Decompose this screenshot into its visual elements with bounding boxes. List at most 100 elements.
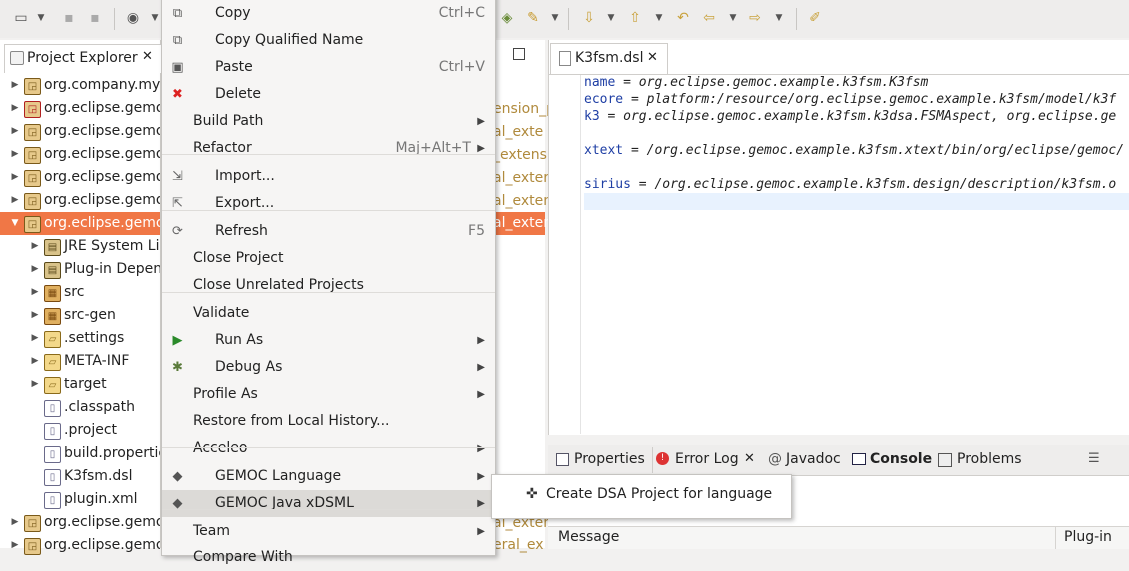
collapsed-arrow-icon[interactable]: ▶ — [10, 511, 20, 534]
collapsed-arrow-icon[interactable]: ▶ — [30, 327, 40, 350]
menu-item-copy-qualified-name[interactable]: ⧉ Copy Qualified Name — [162, 27, 495, 54]
menu-item-paste[interactable]: ▣ Paste Ctrl+V — [162, 54, 495, 81]
tree-item[interactable]: ▶ ▤ JRE System Lib — [0, 235, 160, 258]
menu-item-compare-with[interactable]: Compare With — [162, 544, 495, 571]
menu-item-restore-from-local-history[interactable]: Restore from Local History... — [162, 408, 495, 435]
menu-item-run-as[interactable]: ▶ Run As ▶ — [162, 327, 495, 354]
bottom-tab-bar: Properties ! Error Log ✕ @ Javadoc Conso… — [548, 445, 1129, 476]
menu-item-validate[interactable]: Validate — [162, 300, 495, 327]
code-key: name — [584, 75, 616, 90]
forward-dropdown-icon[interactable]: ▼ — [770, 9, 788, 27]
menu-item-label: Acceleo — [193, 440, 248, 456]
tree-item[interactable]: ▼ ◲ org.eclipse.gemoc — [0, 212, 160, 235]
tree-item[interactable]: ▶ ◲ org.eclipse.gemoc — [0, 511, 160, 534]
tree-item[interactable]: ▶ ◲ org.eclipse.gemoc — [0, 534, 160, 557]
collapsed-arrow-icon[interactable]: ▶ — [30, 350, 40, 373]
collapsed-arrow-icon[interactable]: ▶ — [30, 235, 40, 258]
back-dropdown-icon[interactable]: ▼ — [724, 9, 742, 27]
view-menu-icon[interactable]: ☰ — [1088, 451, 1100, 466]
last-edit-icon[interactable]: ↶ — [674, 9, 692, 27]
tab-problems[interactable]: Problems — [957, 451, 1022, 467]
next-annotation-dropdown-icon[interactable]: ▼ — [602, 9, 620, 27]
tree-item[interactable]: ▯ plugin.xml — [0, 488, 160, 511]
collapsed-arrow-icon[interactable]: ▶ — [10, 143, 20, 166]
menu-item-profile-as[interactable]: Profile As ▶ — [162, 381, 495, 408]
tree-item[interactable]: ▶ ◲ org.eclipse.gemoc — [0, 166, 160, 189]
next-annotation-icon[interactable]: ⇩ — [580, 9, 598, 27]
menu-item-delete[interactable]: ✖ Delete — [162, 81, 495, 108]
tree-item-label: org.eclipse.gemoc — [44, 215, 160, 231]
tab-project-explorer[interactable]: Project Explorer ✕ — [4, 44, 162, 73]
new-dropdown-icon[interactable]: ▼ — [32, 9, 50, 27]
tree-item[interactable]: ▶ ▱ .settings — [0, 327, 160, 350]
collapsed-arrow-icon[interactable]: ▶ — [10, 97, 20, 120]
menu-item-copy[interactable]: ⧉ Copy Ctrl+C — [162, 0, 495, 27]
tree-item[interactable]: ▶ ◲ org.eclipse.gemoc — [0, 97, 160, 120]
tree-item[interactable]: ▶ ▱ target — [0, 373, 160, 396]
menu-item-acceleo[interactable]: Acceleo ▶ — [162, 435, 495, 462]
tree-item[interactable]: ▶ ◲ org.eclipse.gemoc — [0, 120, 160, 143]
collapsed-arrow-icon[interactable]: ▶ — [10, 534, 20, 557]
create-dsa-project-item[interactable]: Create DSA Project for language — [546, 486, 772, 502]
tree-item[interactable]: ▶ ◲ org.eclipse.gemoc — [0, 189, 160, 212]
close-icon[interactable]: ✕ — [142, 49, 153, 64]
collapsed-arrow-icon[interactable]: ▶ — [30, 304, 40, 327]
menu-item-team[interactable]: Team ▶ — [162, 518, 495, 545]
collapsed-arrow-icon[interactable]: ▶ — [10, 120, 20, 143]
toolbar-separator — [114, 8, 115, 30]
collapsed-arrow-icon[interactable]: ▶ — [30, 258, 40, 281]
tree-item[interactable]: ▶ ▦ src-gen — [0, 304, 160, 327]
expanded-arrow-icon[interactable]: ▼ — [10, 212, 20, 235]
submenu-arrow-icon: ▶ — [477, 362, 485, 373]
menu-item-close-unrelated-projects[interactable]: Close Unrelated Projects — [162, 272, 495, 299]
close-icon[interactable]: ✕ — [647, 50, 658, 65]
collapsed-arrow-icon[interactable]: ▶ — [10, 189, 20, 212]
tree-item[interactable]: ▶ ▱ META-INF — [0, 350, 160, 373]
tab-error-log[interactable]: Error Log — [675, 451, 739, 467]
restore-icon[interactable] — [513, 48, 525, 60]
column-plugin[interactable]: Plug-in — [1064, 529, 1112, 545]
menu-item-refactor[interactable]: Refactor Maj+Alt+T ▶ — [162, 135, 495, 162]
save-icon[interactable]: ▪ — [60, 9, 78, 27]
tree-item[interactable]: ▶▤Plug-in Depend — [0, 258, 160, 281]
tree-item[interactable]: ▯build.properties — [0, 442, 160, 465]
tab-javadoc[interactable]: Javadoc — [786, 451, 841, 467]
tab-k3fsm-dsl[interactable]: K3fsm.dsl ✕ — [550, 43, 668, 74]
forward-icon[interactable]: ⇨ — [746, 9, 764, 27]
menu-item-gemoc-java-xdsml[interactable]: ◆ GEMOC Java xDSML ▶ — [162, 490, 495, 517]
search-tool-icon[interactable]: ✎ — [524, 9, 542, 27]
prev-annotation-dropdown-icon[interactable]: ▼ — [650, 9, 668, 27]
menu-item-close-project[interactable]: Close Project — [162, 245, 495, 272]
new-icon[interactable]: ▭ — [12, 9, 30, 27]
collapsed-arrow-icon[interactable]: ▶ — [30, 373, 40, 396]
prev-annotation-icon[interactable]: ⇧ — [626, 9, 644, 27]
tab-console[interactable]: Console — [870, 451, 932, 467]
collapsed-arrow-icon[interactable]: ▶ — [30, 281, 40, 304]
save-all-icon[interactable]: ▪ — [86, 9, 104, 27]
tree-item[interactable]: ▶ ◲ org.eclipse.gemoc — [0, 143, 160, 166]
tree-item[interactable]: ▶◲org.company.mysql — [0, 74, 160, 97]
menu-item-gemoc-language[interactable]: ◆ GEMOC Language ▶ — [162, 463, 495, 490]
column-message[interactable]: Message — [558, 529, 619, 545]
tab-properties[interactable]: Properties — [574, 451, 645, 467]
menu-item-import[interactable]: ⇲ Import... — [162, 163, 495, 190]
tree-item-label: .project — [64, 422, 118, 438]
close-icon[interactable]: ✕ — [744, 451, 755, 466]
tree-item[interactable]: ▯ .classpath — [0, 396, 160, 419]
back-icon[interactable]: ⇦ — [700, 9, 718, 27]
menu-item-build-path[interactable]: Build Path ▶ — [162, 108, 495, 135]
collapsed-arrow-icon[interactable]: ▶ — [10, 74, 20, 97]
tree-item[interactable]: ▯ K3fsm.dsl — [0, 465, 160, 488]
editor-text-area[interactable] — [549, 74, 1129, 435]
search-dropdown-icon[interactable]: ▼ — [546, 9, 564, 27]
menu-item-export[interactable]: ⇱ Export... — [162, 190, 495, 217]
tree-item[interactable]: ▶ ▦ src — [0, 281, 160, 304]
menu-item-debug-as[interactable]: ✱ Debug As ▶ — [162, 354, 495, 381]
javadoc-icon: @ — [768, 451, 782, 467]
pin-editor-icon[interactable]: ✐ — [806, 9, 824, 27]
open-type-icon[interactable]: ◈ — [498, 9, 516, 27]
tree-item[interactable]: ▯ .project — [0, 419, 160, 442]
perspective-icon[interactable]: ◉ — [124, 9, 142, 27]
menu-item-refresh[interactable]: ⟳ Refresh F5 — [162, 218, 495, 245]
collapsed-arrow-icon[interactable]: ▶ — [10, 166, 20, 189]
